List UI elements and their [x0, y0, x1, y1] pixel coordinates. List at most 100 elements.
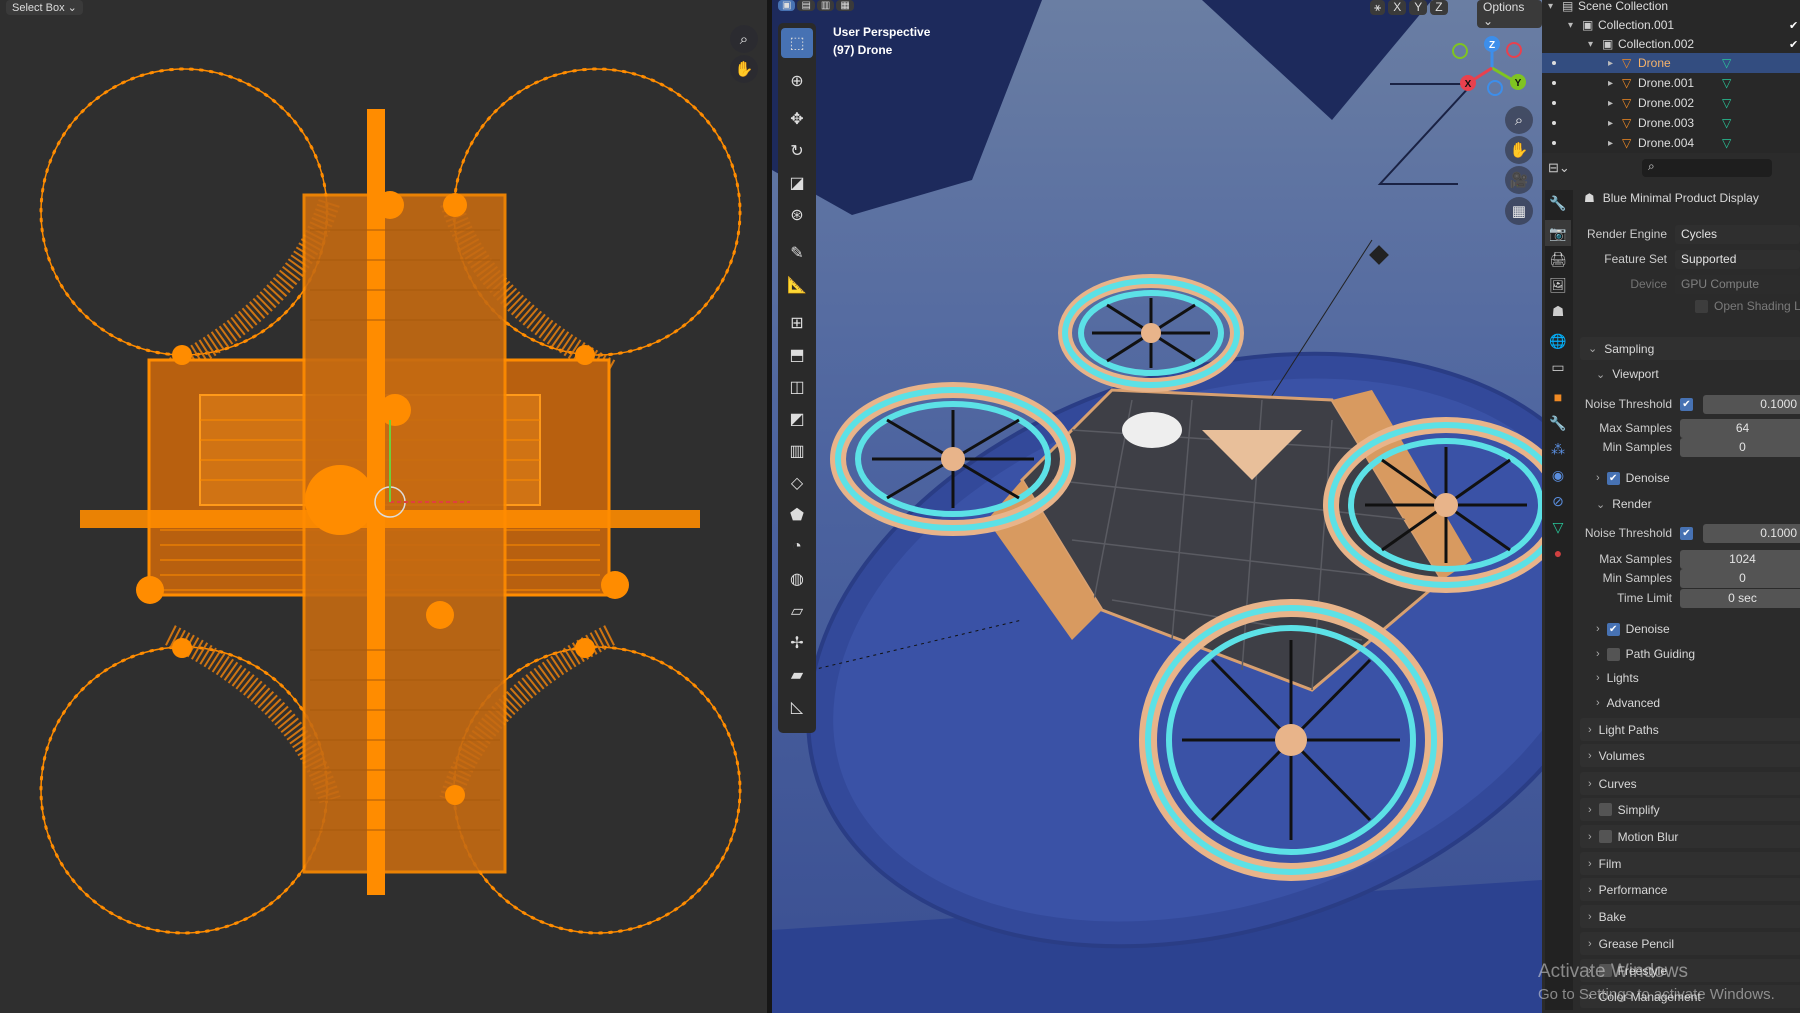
tab-material[interactable]: ● [1545, 540, 1571, 566]
tab-particles[interactable]: ⁂ [1545, 436, 1571, 462]
value-field[interactable]: 0.1000 [1703, 394, 1800, 414]
panel-checkbox[interactable] [1598, 964, 1612, 977]
expand-arrow-icon[interactable]: ▸ [1608, 58, 1613, 69]
mesh-data-icon[interactable]: ▽ [1722, 116, 1731, 130]
tool-scale[interactable]: ◪ [781, 168, 813, 198]
tab-constraints[interactable]: ⊘ [1545, 488, 1571, 514]
open-shading-checkbox[interactable] [1695, 299, 1708, 313]
uv-editor[interactable]: Select Box ⌄ ⌕ ✋ [0, 0, 767, 1013]
tab-data[interactable]: ▽ [1545, 514, 1571, 540]
panel-bake[interactable]: › Bake [1580, 905, 1800, 928]
tool-extrude[interactable]: ⬒ [781, 340, 813, 370]
panel-motion-blur[interactable]: › Motion Blur [1580, 825, 1800, 848]
tab-modifier[interactable]: 🔧 [1545, 410, 1571, 436]
tool-rip[interactable]: ◺ [781, 692, 813, 722]
hand-icon[interactable]: ✋ [730, 55, 758, 83]
subpanel-render[interactable]: ⌄ Render [1596, 494, 1652, 514]
outliner[interactable]: ▾ ▤ Scene Collection ▾ ▣ Collection.001 ✔ ▾ ▣ Col… [1542, 0, 1800, 153]
tab-object[interactable]: ■ [1545, 384, 1571, 410]
tab-collection[interactable]: ▭ [1545, 354, 1571, 380]
visibility-dot[interactable] [1552, 121, 1556, 125]
exclude-checkbox[interactable]: ✔ [1789, 19, 1798, 32]
tool-rotate[interactable]: ↻ [781, 136, 813, 166]
value-field[interactable]: 1024 [1680, 549, 1800, 569]
exclude-checkbox[interactable]: ✔ [1789, 38, 1798, 51]
outliner-row[interactable]: ▸ ▽ Drone.004 ▽ [1542, 133, 1800, 153]
tool-shrink-fatten[interactable]: ✢ [781, 628, 813, 658]
visibility-dot[interactable] [1552, 81, 1556, 85]
select-intersect-icon[interactable]: ▦ [836, 0, 854, 11]
expand-arrow-icon[interactable]: ▸ [1608, 78, 1613, 89]
mesh-data-icon[interactable]: ▽ [1722, 76, 1731, 90]
device-dropdown[interactable]: GPU Compute [1675, 274, 1800, 294]
value-field[interactable]: 64 [1680, 418, 1800, 438]
tool-knife[interactable]: ◇ [781, 468, 813, 498]
tool-loop-cut[interactable]: ▥ [781, 436, 813, 466]
tab-view-layer[interactable]: 🖼 [1545, 272, 1571, 298]
tool-move[interactable]: ✥ [781, 104, 813, 134]
panel-sampling[interactable]: ⌄ Sampling [1580, 337, 1800, 360]
outliner-row[interactable]: ▸ ▽ Drone.003 ▽ [1542, 113, 1800, 133]
select-extend-icon[interactable]: ▤ [797, 0, 815, 11]
tool-poly-build[interactable]: ⬟ [781, 500, 813, 530]
tab-output[interactable]: 🖨 [1545, 246, 1571, 272]
panel-checkbox[interactable] [1598, 830, 1612, 843]
outliner-row[interactable]: ▾ ▣ Collection.002 ✔ [1542, 34, 1800, 54]
outliner-row[interactable]: ▸ ▽ Drone.001 ▽ [1542, 73, 1800, 93]
panel-checkbox[interactable] [1598, 803, 1612, 816]
axis-z-toggle[interactable]: Z [1430, 0, 1448, 15]
subpanel-viewport[interactable]: ⌄ Viewport [1596, 364, 1659, 384]
panel-freestyle[interactable]: › Freestyle [1580, 959, 1800, 982]
tool-measure[interactable]: 📐 [781, 270, 813, 300]
outliner-row[interactable]: ▾ ▤ Scene Collection [1542, 0, 1800, 16]
tab-render[interactable]: 📷 [1545, 220, 1571, 246]
expand-arrow-icon[interactable]: ▸ [1608, 118, 1613, 129]
tool-bevel[interactable]: ◩ [781, 404, 813, 434]
outliner-row[interactable]: ▾ ▣ Collection.001 ✔ [1542, 15, 1800, 35]
tool-spin[interactable]: ◔ [781, 532, 813, 562]
visibility-dot[interactable] [1552, 101, 1556, 105]
axis-y-toggle[interactable]: Y [1409, 0, 1428, 15]
mirror-icon[interactable]: ⚹ [1370, 0, 1386, 15]
expand-arrow-icon[interactable]: ▸ [1608, 138, 1613, 149]
panel-color-management[interactable]: › Color Management [1580, 985, 1800, 1008]
tool-transform[interactable]: ⊛ [781, 200, 813, 230]
properties-editor[interactable]: ⊟⌄ ⌕ 🔧 📷 🖨 🖼 ☗ 🌐 ▭ ■ 🔧 ⁂ ◉ ⊘ ▽ ● ☗ Blue Minimal Produc… [1542, 156, 1800, 1013]
tool-shear[interactable]: ▰ [781, 660, 813, 690]
field-checkbox[interactable]: ✔ [1680, 526, 1693, 540]
panel-light-paths[interactable]: › Light Paths [1580, 718, 1800, 741]
tool-add-cube[interactable]: ⊞ [781, 308, 813, 338]
tool-select-box[interactable]: ⬚ [781, 28, 813, 58]
value-field[interactable]: 0 [1680, 437, 1800, 457]
subpanel-checkbox[interactable]: ✔ [1606, 622, 1620, 636]
visibility-dot[interactable] [1552, 141, 1556, 145]
subpanel-checkbox[interactable]: ✔ [1606, 471, 1620, 485]
mesh-data-icon[interactable]: ▽ [1722, 136, 1731, 150]
select-mode-dropdown[interactable]: Select Box ⌄ [6, 0, 83, 15]
panel-volumes[interactable]: › Volumes [1580, 744, 1800, 767]
navigation-gizmo[interactable]: Z Y X [1452, 30, 1532, 100]
value-field[interactable]: 0 sec [1680, 588, 1800, 608]
select-mode-buttons[interactable]: ▣ ▤ ▥ ▦ [778, 0, 854, 11]
options-dropdown[interactable]: Options ⌄ [1477, 0, 1542, 28]
subpanel-lights[interactable]: › Lights [1596, 668, 1639, 688]
tab-physics[interactable]: ◉ [1545, 462, 1571, 488]
collapse-arrow-icon[interactable]: ▾ [1568, 20, 1573, 31]
select-new-icon[interactable]: ▣ [778, 0, 796, 11]
subpanel-advanced[interactable]: › Advanced [1596, 693, 1660, 713]
render-engine-dropdown[interactable]: Cycles [1675, 224, 1800, 244]
mesh-data-icon[interactable]: ▽ [1722, 96, 1731, 110]
axis-x-toggle[interactable]: X [1388, 0, 1407, 15]
tab-scene[interactable]: ☗ [1545, 298, 1571, 324]
subpanel-path-guiding[interactable]: › Path Guiding [1596, 644, 1695, 664]
zoom-icon[interactable]: ⌕ [730, 25, 758, 53]
field-checkbox[interactable]: ✔ [1680, 397, 1693, 411]
subpanel-checkbox[interactable] [1606, 647, 1620, 661]
tool-edge-slide[interactable]: ▱ [781, 596, 813, 626]
panel-performance[interactable]: › Performance [1580, 878, 1800, 901]
outliner-row[interactable]: ▸ ▽ Drone ▽ [1542, 53, 1800, 73]
select-subtract-icon[interactable]: ▥ [816, 0, 835, 11]
tool-smooth[interactable]: ◍ [781, 564, 813, 594]
collapse-arrow-icon[interactable]: ▾ [1588, 39, 1593, 50]
tab-world[interactable]: 🌐 [1545, 328, 1571, 354]
